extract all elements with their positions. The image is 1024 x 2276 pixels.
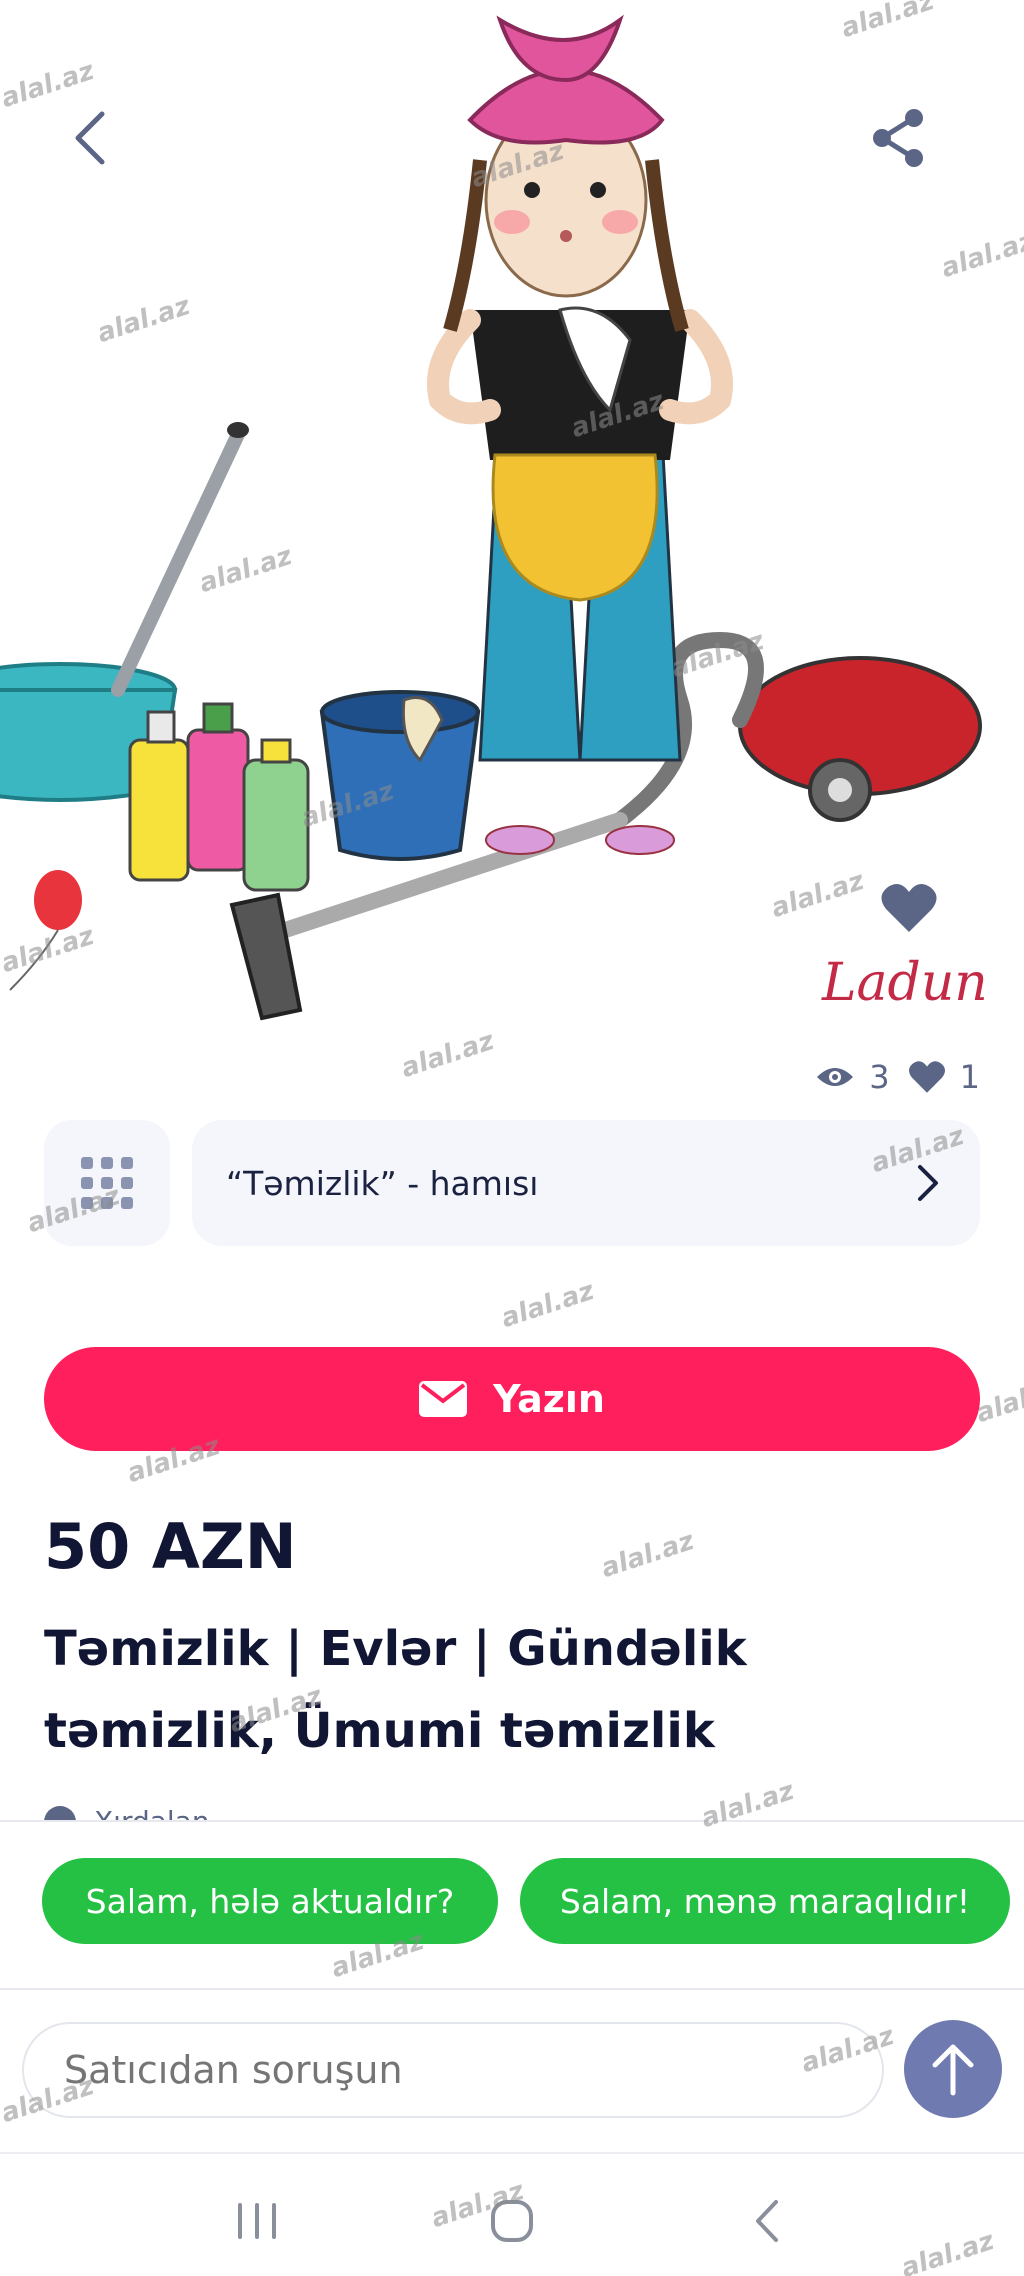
quick-reply-still-available[interactable]: Salam, hələ aktualdır? [42, 1858, 498, 1944]
arrow-up-icon [932, 2044, 974, 2096]
categories-grid-button[interactable] [44, 1120, 170, 1246]
eye-icon [817, 1068, 854, 1086]
views-count: 3 [869, 1058, 890, 1096]
mail-icon [419, 1381, 468, 1417]
home-button[interactable] [462, 2181, 562, 2261]
system-back-button[interactable] [717, 2181, 817, 2261]
views-stat: 3 [815, 1058, 890, 1096]
listing-stats: 3 1 [815, 1052, 980, 1102]
system-navigation [0, 2166, 1024, 2276]
listing-price: 50 AZN [44, 1510, 297, 1583]
category-all-button[interactable]: “Təmizlik” - hamısı [192, 1120, 980, 1246]
home-icon [490, 2200, 533, 2242]
write-button-label: Yazın [493, 1377, 605, 1421]
likes-count: 1 [959, 1058, 980, 1096]
back-icon [755, 2200, 778, 2242]
grid-icon [81, 1157, 133, 1209]
listing-image[interactable]: Ladun [0, 0, 1024, 1040]
heart-icon [908, 1061, 945, 1093]
share-button[interactable] [870, 108, 950, 188]
listing-title: Təmizlik | Evlər | Gündəlik təmizlik, Üm… [44, 1621, 747, 1759]
chevron-right-icon [918, 1165, 938, 1201]
likes-stat: 1 [908, 1058, 980, 1096]
back-button[interactable] [72, 108, 136, 188]
system-divider [0, 2152, 1024, 2154]
recent-apps-icon [238, 2203, 277, 2239]
favorite-button[interactable] [880, 882, 960, 962]
watermark: alal.az [972, 1370, 1024, 1430]
watermark: alal.az [497, 1275, 598, 1335]
ask-seller-input[interactable] [22, 2022, 884, 2118]
quick-reply-interested[interactable]: Salam, mənə maraqlıdır! [520, 1858, 1010, 1944]
recent-apps-button[interactable] [207, 2181, 307, 2261]
logo-partial: Ladun [821, 953, 988, 1013]
sheet-divider [0, 1988, 1024, 1990]
send-button[interactable] [904, 2020, 1002, 2118]
write-message-button[interactable]: Yazın [44, 1347, 980, 1451]
watermark: alal.az [597, 1525, 698, 1585]
share-icon [873, 109, 923, 167]
category-label: “Təmizlik” - hamısı [226, 1163, 539, 1203]
chevron-left-icon [75, 111, 105, 165]
heart-icon [881, 883, 937, 932]
